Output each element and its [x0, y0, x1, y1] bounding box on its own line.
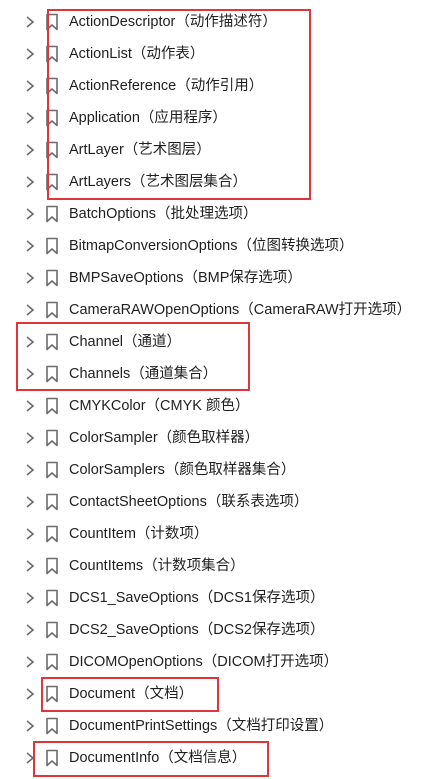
bookmark-label[interactable]: Application（应用程序）: [69, 108, 227, 128]
bookmark-icon: [46, 269, 58, 287]
bookmark-label[interactable]: Channel（通道）: [69, 332, 181, 352]
bookmark-label[interactable]: ColorSampler（颜色取样器）: [69, 428, 259, 448]
bookmark-icon: [46, 333, 58, 351]
chevron-right-icon[interactable]: [24, 751, 36, 765]
tree-row[interactable]: Channels（通道集合）: [0, 358, 446, 390]
bookmark-icon: [46, 589, 58, 607]
chevron-right-icon[interactable]: [24, 47, 36, 61]
bookmark-icon: [46, 109, 58, 127]
bookmark-icon: [46, 205, 58, 223]
tree-row[interactable]: DocumentPrintSettings（文档打印设置）: [0, 710, 446, 742]
bookmark-tree: ActionDescriptor（动作描述符） ActionList（动作表） …: [0, 6, 446, 774]
bookmark-icon: [46, 461, 58, 479]
bookmark-label[interactable]: CountItems（计数项集合）: [69, 556, 245, 576]
tree-row[interactable]: ColorSamplers（颜色取样器集合）: [0, 454, 446, 486]
bookmark-icon: [46, 365, 58, 383]
chevron-right-icon[interactable]: [24, 719, 36, 733]
bookmark-icon: [46, 621, 58, 639]
tree-row[interactable]: ActionReference（动作引用）: [0, 70, 446, 102]
bookmark-label[interactable]: ActionList（动作表）: [69, 44, 204, 64]
bookmark-icon: [46, 525, 58, 543]
bookmark-icon: [46, 653, 58, 671]
bookmark-label[interactable]: DCS2_SaveOptions（DCS2保存选项）: [69, 620, 324, 640]
tree-row[interactable]: BatchOptions（批处理选项）: [0, 198, 446, 230]
bookmark-icon: [46, 557, 58, 575]
bookmark-icon: [46, 493, 58, 511]
bookmark-label[interactable]: CountItem（计数项）: [69, 524, 208, 544]
bookmark-icon: [46, 237, 58, 255]
bookmark-icon: [46, 717, 58, 735]
chevron-right-icon[interactable]: [24, 15, 36, 29]
bookmark-label[interactable]: DocumentPrintSettings（文档打印设置）: [69, 716, 333, 736]
bookmark-icon: [46, 301, 58, 319]
bookmark-label[interactable]: ArtLayers（艺术图层集合）: [69, 172, 247, 192]
bookmark-label[interactable]: BitmapConversionOptions（位图转换选项）: [69, 236, 353, 256]
bookmark-label[interactable]: ColorSamplers（颜色取样器集合）: [69, 460, 295, 480]
bookmark-label[interactable]: DICOMOpenOptions（DICOM打开选项）: [69, 652, 338, 672]
chevron-right-icon[interactable]: [24, 239, 36, 253]
bookmark-label[interactable]: BMPSaveOptions（BMP保存选项）: [69, 268, 302, 288]
chevron-right-icon[interactable]: [24, 79, 36, 93]
tree-row[interactable]: ColorSampler（颜色取样器）: [0, 422, 446, 454]
chevron-right-icon[interactable]: [24, 623, 36, 637]
bookmark-icon: [46, 397, 58, 415]
chevron-right-icon[interactable]: [24, 559, 36, 573]
tree-row[interactable]: DCS1_SaveOptions（DCS1保存选项）: [0, 582, 446, 614]
tree-row[interactable]: DICOMOpenOptions（DICOM打开选项）: [0, 646, 446, 678]
bookmark-icon: [46, 45, 58, 63]
bookmark-label[interactable]: Document（文档）: [69, 684, 193, 704]
chevron-right-icon[interactable]: [24, 495, 36, 509]
chevron-right-icon[interactable]: [24, 399, 36, 413]
bookmark-label[interactable]: ActionReference（动作引用）: [69, 76, 263, 96]
chevron-right-icon[interactable]: [24, 335, 36, 349]
chevron-right-icon[interactable]: [24, 143, 36, 157]
tree-row[interactable]: ArtLayer（艺术图层）: [0, 134, 446, 166]
chevron-right-icon[interactable]: [24, 591, 36, 605]
chevron-right-icon[interactable]: [24, 367, 36, 381]
tree-row[interactable]: DCS2_SaveOptions（DCS2保存选项）: [0, 614, 446, 646]
bookmark-icon: [46, 749, 58, 767]
bookmark-label[interactable]: CameraRAWOpenOptions（CameraRAW打开选项）: [69, 300, 411, 320]
tree-row[interactable]: ActionDescriptor（动作描述符）: [0, 6, 446, 38]
bookmark-label[interactable]: BatchOptions（批处理选项）: [69, 204, 258, 224]
tree-row[interactable]: ActionList（动作表）: [0, 38, 446, 70]
chevron-right-icon[interactable]: [24, 111, 36, 125]
tree-row[interactable]: DocumentInfo（文档信息）: [0, 742, 446, 774]
tree-row[interactable]: CameraRAWOpenOptions（CameraRAW打开选项）: [0, 294, 446, 326]
chevron-right-icon[interactable]: [24, 303, 36, 317]
bookmark-label[interactable]: ActionDescriptor（动作描述符）: [69, 12, 277, 32]
tree-row[interactable]: CountItems（计数项集合）: [0, 550, 446, 582]
bookmark-icon: [46, 13, 58, 31]
chevron-right-icon[interactable]: [24, 207, 36, 221]
bookmark-icon: [46, 141, 58, 159]
tree-row[interactable]: CountItem（计数项）: [0, 518, 446, 550]
tree-row[interactable]: Application（应用程序）: [0, 102, 446, 134]
chevron-right-icon[interactable]: [24, 655, 36, 669]
bookmark-label[interactable]: CMYKColor（CMYK 颜色）: [69, 396, 249, 416]
chevron-right-icon[interactable]: [24, 527, 36, 541]
bookmark-label[interactable]: ArtLayer（艺术图层）: [69, 140, 211, 160]
chevron-right-icon[interactable]: [24, 431, 36, 445]
bookmark-icon: [46, 77, 58, 95]
tree-row[interactable]: Document（文档）: [0, 678, 446, 710]
chevron-right-icon[interactable]: [24, 271, 36, 285]
chevron-right-icon[interactable]: [24, 687, 36, 701]
bookmark-label[interactable]: Channels（通道集合）: [69, 364, 217, 384]
bookmark-label[interactable]: ContactSheetOptions（联系表选项）: [69, 492, 308, 512]
bookmark-icon: [46, 173, 58, 191]
bookmark-icon: [46, 685, 58, 703]
chevron-right-icon[interactable]: [24, 175, 36, 189]
bookmark-label[interactable]: DocumentInfo（文档信息）: [69, 748, 246, 768]
tree-row[interactable]: BMPSaveOptions（BMP保存选项）: [0, 262, 446, 294]
bookmark-label[interactable]: DCS1_SaveOptions（DCS1保存选项）: [69, 588, 324, 608]
bookmark-icon: [46, 429, 58, 447]
tree-row[interactable]: BitmapConversionOptions（位图转换选项）: [0, 230, 446, 262]
chevron-right-icon[interactable]: [24, 463, 36, 477]
tree-row[interactable]: ArtLayers（艺术图层集合）: [0, 166, 446, 198]
tree-row[interactable]: CMYKColor（CMYK 颜色）: [0, 390, 446, 422]
tree-row[interactable]: ContactSheetOptions（联系表选项）: [0, 486, 446, 518]
tree-row[interactable]: Channel（通道）: [0, 326, 446, 358]
